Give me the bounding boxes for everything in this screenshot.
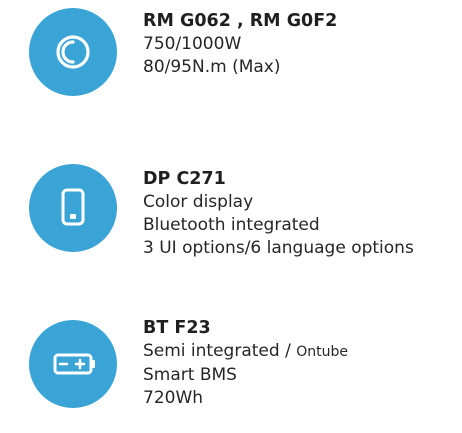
spec-line: 3 UI options/6 language options — [143, 238, 414, 258]
motor-icon — [29, 8, 117, 96]
display-icon — [29, 164, 117, 252]
spec-text-display: DP C271 Color display Bluetooth integrat… — [143, 168, 414, 260]
integration-main: Semi integrated / — [143, 341, 291, 361]
spec-line: Bluetooth integrated — [143, 215, 320, 235]
spec-line: 750/1000W — [143, 34, 242, 54]
spec-text-motor: RM G062 , RM G0F2 750/1000W 80/95N.m (Ma… — [143, 10, 337, 79]
spec-line: Color display — [143, 192, 254, 212]
spec-title: BT F23 — [143, 318, 211, 338]
spec-line: 80/95N.m (Max) — [143, 57, 281, 77]
spec-line: Smart BMS — [143, 365, 237, 385]
spec-title: DP C271 — [143, 169, 226, 189]
spec-line-integration: Semi integrated / Ontube — [143, 340, 348, 364]
spec-title: RM G062 , RM G0F2 — [143, 11, 338, 31]
spec-line: 720Wh — [143, 388, 204, 408]
spec-text-battery: BT F23 Semi integrated / Ontube Smart BM… — [143, 317, 348, 410]
battery-icon — [29, 320, 117, 408]
integration-small: Ontube — [296, 344, 348, 360]
